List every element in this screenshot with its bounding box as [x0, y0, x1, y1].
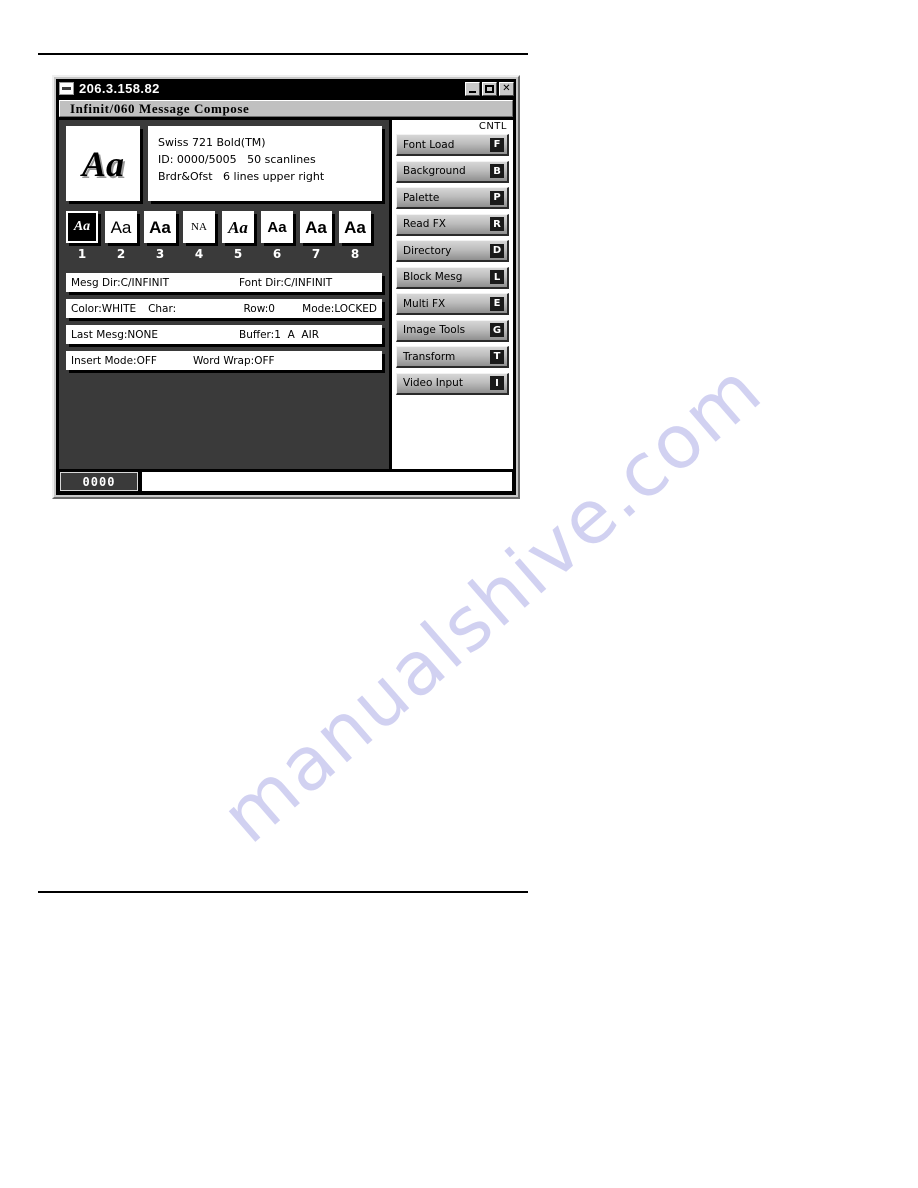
font-info-panel: Swiss 721 Bold(TM) ID: 0000/5005 50 scan… — [148, 126, 382, 201]
cntl-button-background[interactable]: Background B — [396, 160, 509, 183]
title-bar[interactable]: 206.3.158.82 ✕ — [56, 79, 516, 98]
insert-mode-value: Insert Mode:OFF — [71, 354, 157, 367]
font-slot-number: 4 — [194, 247, 204, 261]
status-line-editing: Insert Mode:OFF Word Wrap:OFF — [66, 351, 382, 370]
cntl-button-multi-fx[interactable]: Multi FX E — [396, 293, 509, 315]
bottom-bar: 0000 — [56, 469, 516, 495]
main-panel: Aa Swiss 721 Bold(TM) ID: 0000/5005 50 s… — [59, 120, 389, 469]
cntl-button-label: Image Tools — [403, 324, 466, 336]
app-header-bar: Infinit/060 Message Compose — [59, 100, 513, 117]
last-mesg-value: Last Mesg:NONE — [71, 328, 159, 341]
font-slot-8[interactable]: Aa 8 — [339, 211, 371, 261]
cntl-button-font-load[interactable]: Font Load F — [396, 134, 509, 156]
cntl-button-label: Directory — [403, 244, 452, 257]
cntl-button-directory[interactable]: Directory D — [396, 240, 509, 262]
font-slot-tile[interactable]: Aa — [339, 211, 371, 243]
cntl-button-key: E — [490, 296, 504, 311]
font-preview-glyph: Aa — [81, 143, 124, 184]
font-slot-tile[interactable]: Aa — [66, 211, 98, 243]
font-slot-tile[interactable]: Aa — [300, 211, 332, 243]
cntl-button-read-fx[interactable]: Read FX R — [396, 213, 509, 236]
cntl-button-label: Read FX — [403, 218, 446, 230]
cntl-button-label: Block Mesg — [403, 271, 463, 283]
cntl-button-key: B — [490, 164, 504, 178]
cntl-button-image-tools[interactable]: Image Tools G — [396, 319, 509, 342]
cntl-button-key: G — [490, 323, 504, 337]
system-menu-icon[interactable] — [59, 82, 74, 95]
window-controls: ✕ — [465, 81, 514, 96]
cntl-button-key: D — [490, 243, 504, 258]
minimize-button[interactable] — [465, 81, 480, 96]
font-slot-tile[interactable]: NA — [183, 211, 215, 243]
cntl-button-palette[interactable]: Palette P — [396, 187, 509, 209]
cntl-button-key: L — [490, 270, 504, 284]
font-info-line-brdrofst: Brdr&Ofst 6 lines upper right — [158, 170, 325, 183]
font-slot-number: 5 — [233, 247, 243, 261]
cntl-button-label: Palette — [403, 191, 440, 204]
message-entry-field[interactable] — [142, 472, 512, 491]
font-slot-number: 8 — [350, 247, 360, 261]
mesg-dir-value: Mesg Dir:C/INFINIT — [71, 276, 169, 289]
buffer-value: Buffer:1 A AIR — [239, 328, 320, 341]
font-info-line-id: ID: 0000/5005 50 scanlines — [158, 153, 316, 166]
word-wrap-value: Word Wrap:OFF — [193, 354, 275, 367]
cntl-button-label: Video Input — [403, 377, 463, 389]
close-icon[interactable]: ✕ — [499, 81, 514, 96]
row-value: Row:0 — [243, 302, 275, 315]
page-rule-bottom — [38, 891, 528, 893]
status-line-message: Last Mesg:NONE Buffer:1 A AIR — [66, 325, 382, 344]
cntl-button-video-input[interactable]: Video Input I — [396, 372, 509, 395]
app-header-title: Infinit/060 Message Compose — [70, 100, 250, 116]
font-dir-value: Font Dir:C/INFINIT — [239, 276, 333, 289]
maximize-button[interactable] — [482, 81, 497, 96]
mode-value: Mode:LOCKED — [302, 302, 377, 315]
status-line-directories: Mesg Dir:C/INFINIT Font Dir:C/INFINIT — [66, 273, 382, 292]
font-slot-number: 6 — [272, 247, 282, 261]
cntl-button-key: R — [490, 217, 504, 231]
cntl-button-label: Background — [403, 165, 466, 177]
font-slot-4[interactable]: NA 4 — [183, 211, 215, 261]
font-slot-number: 7 — [311, 247, 321, 261]
font-slot-tile[interactable]: Aa — [144, 211, 176, 243]
cntl-button-key: T — [490, 349, 504, 364]
cntl-panel: CNTL Font Load F Background B Palette P … — [392, 120, 513, 469]
cntl-button-label: Transform — [403, 350, 456, 363]
page-rule-top — [38, 53, 528, 55]
font-slot-6[interactable]: Aa 6 — [261, 211, 293, 261]
cntl-button-key: F — [490, 137, 504, 152]
font-slot-5[interactable]: Aa 5 — [222, 211, 254, 261]
font-slot-1[interactable]: Aa 1 — [66, 211, 98, 261]
cntl-panel-label: CNTL — [478, 121, 507, 132]
preview-row: Aa Swiss 721 Bold(TM) ID: 0000/5005 50 s… — [66, 126, 382, 201]
font-slot-3[interactable]: Aa 3 — [144, 211, 176, 261]
font-slot-2[interactable]: Aa 2 — [105, 211, 137, 261]
cntl-button-block-mesg[interactable]: Block Mesg L — [396, 266, 509, 289]
font-preview[interactable]: Aa — [66, 126, 140, 201]
cntl-button-label: Font Load — [403, 138, 455, 151]
color-value: Color:WHITE — [71, 302, 137, 315]
cntl-button-key: P — [490, 190, 504, 205]
font-slot-row: Aa 1 Aa 2 Aa 3 NA 4 Aa 5 Aa 6 Aa 7 Aa 8 — [66, 211, 382, 261]
font-slot-tile[interactable]: Aa — [261, 211, 293, 243]
font-slot-7[interactable]: Aa 7 — [300, 211, 332, 261]
cntl-button-transform[interactable]: Transform T — [396, 346, 509, 368]
status-line-color: Color:WHITE Char: Row:0 Mode:LOCKED — [66, 299, 382, 318]
font-slot-tile[interactable]: Aa — [222, 211, 254, 243]
font-slot-number: 2 — [116, 247, 126, 261]
char-value: Char: — [148, 302, 177, 315]
character-counter: 0000 — [60, 472, 138, 491]
application-window: 206.3.158.82 ✕ Infinit/060 Message Compo… — [52, 75, 520, 499]
font-slot-number: 1 — [77, 247, 87, 261]
window-title: 206.3.158.82 — [79, 81, 160, 96]
cntl-button-label: Multi FX — [403, 297, 446, 310]
font-info-line-name: Swiss 721 Bold(TM) — [158, 136, 266, 149]
font-slot-number: 3 — [155, 247, 165, 261]
font-slot-tile[interactable]: Aa — [105, 211, 137, 243]
cntl-button-key: I — [490, 376, 504, 390]
